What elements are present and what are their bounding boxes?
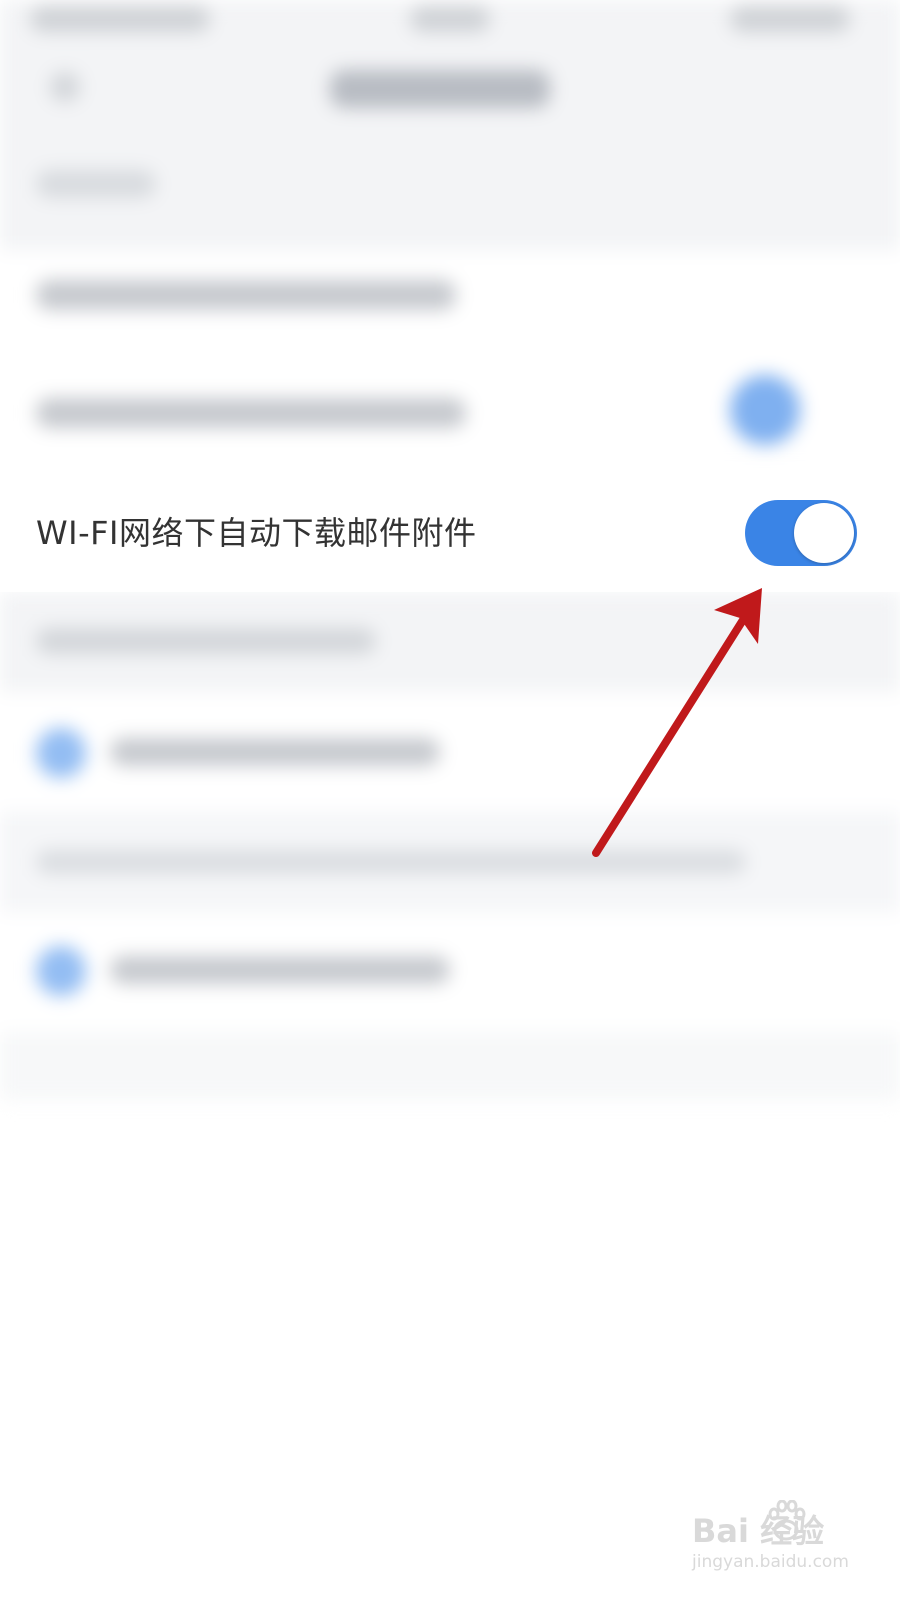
- watermark-brand: Bai 经验: [692, 1512, 825, 1550]
- blurred-status-right: [730, 6, 850, 32]
- blurred-row-2-toggle: [730, 375, 800, 445]
- blurred-desc-text: [36, 850, 746, 874]
- blurred-row-2-label: [36, 398, 466, 428]
- blurred-header: [0, 0, 900, 250]
- blurred-status-center: [410, 6, 490, 32]
- blurred-back-icon: [50, 72, 80, 102]
- blurred-section-2-header: [36, 628, 376, 654]
- wifi-auto-download-row: WI-FI网络下自动下载邮件附件: [0, 474, 900, 592]
- blurred-section-header: [36, 170, 156, 198]
- watermark-url: jingyan.baidu.com: [692, 1552, 849, 1572]
- blurred-footer: [0, 1032, 900, 1100]
- wifi-auto-download-label: WI-FI网络下自动下载邮件附件: [36, 514, 477, 552]
- blurred-row-3-radio: [36, 728, 86, 778]
- blurred-row-1-label: [36, 280, 456, 310]
- baidu-watermark: Bai 经验 jingyan.baidu.com: [688, 1500, 878, 1590]
- blurred-page-title: [330, 70, 550, 108]
- toggle-knob: [794, 503, 854, 563]
- blurred-row-4-label: [110, 956, 450, 984]
- blurred-row-3-label: [110, 738, 440, 766]
- blurred-row-4-radio: [36, 946, 86, 996]
- blurred-status-left: [30, 6, 210, 32]
- wifi-auto-download-toggle[interactable]: [745, 500, 857, 566]
